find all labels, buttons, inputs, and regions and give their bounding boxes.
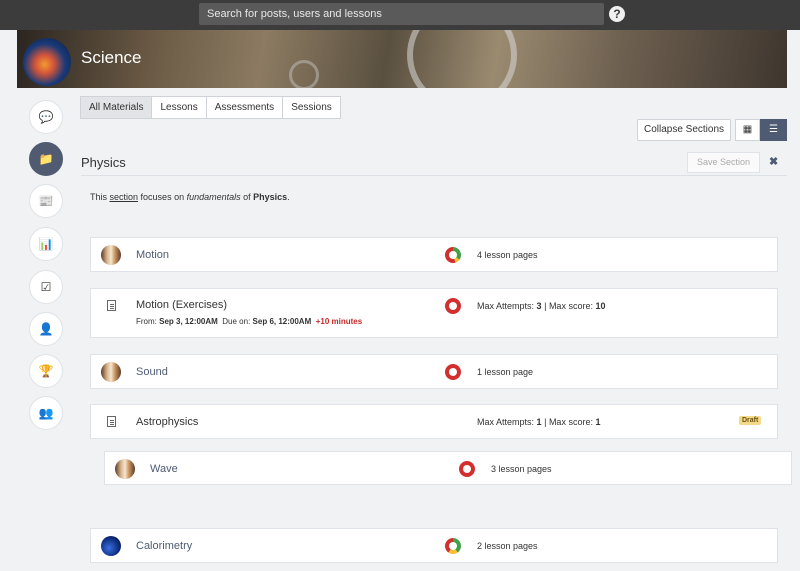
progress-ring bbox=[445, 364, 461, 380]
score-label: Max score: bbox=[548, 301, 593, 311]
collapse-sections-button[interactable]: Collapse Sections bbox=[637, 119, 731, 141]
lesson-title[interactable]: Calorimetry bbox=[136, 540, 192, 552]
lesson-title[interactable]: Sound bbox=[136, 366, 168, 378]
score-label: Max score: bbox=[548, 417, 593, 427]
lesson-meta: 1 lesson page bbox=[477, 367, 534, 377]
progress-ring bbox=[445, 247, 461, 263]
document-icon bbox=[107, 416, 116, 427]
progress-ring bbox=[445, 298, 461, 314]
newspaper-icon[interactable]: 📰 bbox=[29, 184, 63, 218]
desc-text: . bbox=[287, 192, 290, 202]
compass-decoration bbox=[407, 30, 517, 88]
desc-text: focuses on bbox=[138, 192, 187, 202]
material-tabs: All Materials Lessons Assessments Sessio… bbox=[80, 96, 341, 119]
assessment-dates: From: Sep 3, 12:00AM Due on: Sep 6, 12:0… bbox=[136, 317, 362, 326]
lesson-item-wave[interactable]: Wave 3 lesson pages bbox=[104, 451, 792, 485]
attempts-label: Max Attempts: bbox=[477, 301, 535, 311]
lesson-thumbnail bbox=[101, 245, 121, 265]
discussion-icon[interactable]: 💬 bbox=[29, 100, 63, 134]
progress-ring bbox=[445, 538, 461, 554]
due-label: Due on: bbox=[222, 317, 251, 326]
separator: | bbox=[544, 417, 547, 427]
assessment-item-motion-exercises[interactable]: Motion (Exercises) From: Sep 3, 12:00AM … bbox=[90, 288, 778, 338]
close-icon[interactable]: ✖ bbox=[769, 155, 778, 168]
folder-meta: Max Attempts: 1 | Max score: 1 bbox=[477, 417, 600, 427]
assessment-title[interactable]: Motion (Exercises) bbox=[136, 299, 227, 311]
lesson-title[interactable]: Motion bbox=[136, 249, 169, 261]
ring-decoration bbox=[289, 60, 319, 88]
top-bar: Search for posts, users and lessons ? bbox=[0, 0, 800, 30]
tab-lessons[interactable]: Lessons bbox=[151, 96, 207, 119]
progress-ring bbox=[459, 461, 475, 477]
user-icon[interactable]: 👤 bbox=[29, 312, 63, 346]
section-title[interactable]: Physics bbox=[81, 155, 126, 170]
list-view-icon[interactable]: ☰ bbox=[760, 119, 787, 141]
score-value: 1 bbox=[595, 417, 601, 427]
lesson-item-calorimetry[interactable]: Calorimetry 2 lesson pages bbox=[90, 528, 778, 563]
search-input[interactable]: Search for posts, users and lessons bbox=[199, 3, 604, 25]
lesson-item-motion[interactable]: Motion 4 lesson pages bbox=[90, 237, 778, 272]
checkbox-icon[interactable]: ☑ bbox=[29, 270, 63, 304]
separator: | bbox=[544, 301, 547, 311]
score-value: 10 bbox=[595, 301, 606, 311]
section-description: This section focuses on fundamentals of … bbox=[90, 192, 290, 202]
attempts-value: 1 bbox=[536, 417, 542, 427]
help-icon[interactable]: ? bbox=[609, 6, 625, 22]
trophy-icon[interactable]: 🏆 bbox=[29, 354, 63, 388]
lesson-item-sound[interactable]: Sound 1 lesson page bbox=[90, 354, 778, 389]
desc-link[interactable]: section bbox=[110, 192, 139, 202]
course-banner: Science bbox=[17, 30, 787, 88]
tab-sessions[interactable]: Sessions bbox=[282, 96, 341, 119]
draft-badge: Draft bbox=[739, 416, 762, 425]
document-icon bbox=[107, 300, 116, 311]
folder-icon[interactable]: 📁 bbox=[29, 142, 63, 176]
desc-text: of bbox=[240, 192, 254, 202]
lesson-meta: 3 lesson pages bbox=[491, 464, 552, 474]
from-date: Sep 3, 12:00AM bbox=[159, 317, 218, 326]
from-label: From: bbox=[136, 317, 157, 326]
desc-strong: Physics bbox=[253, 192, 288, 202]
lesson-meta: 2 lesson pages bbox=[477, 541, 538, 551]
section-divider bbox=[81, 175, 787, 176]
folder-title[interactable]: Astrophysics bbox=[136, 416, 198, 428]
due-date: Sep 6, 12:00AM bbox=[252, 317, 312, 326]
tab-assessments[interactable]: Assessments bbox=[205, 96, 284, 119]
tab-all-materials[interactable]: All Materials bbox=[80, 96, 153, 119]
desc-emphasis: fundamentals bbox=[186, 192, 241, 202]
users-icon[interactable]: 👥 bbox=[29, 396, 63, 430]
lesson-thumbnail bbox=[101, 362, 121, 382]
assessment-meta: Max Attempts: 3 | Max score: 10 bbox=[477, 301, 605, 311]
lesson-title[interactable]: Wave bbox=[150, 463, 178, 475]
attempts-label: Max Attempts: bbox=[477, 417, 535, 427]
folder-item-astrophysics[interactable]: Astrophysics Max Attempts: 1 | Max score… bbox=[90, 404, 778, 439]
attempts-value: 3 bbox=[536, 301, 542, 311]
lesson-meta: 4 lesson pages bbox=[477, 250, 538, 260]
save-section-button[interactable]: Save Section bbox=[687, 152, 760, 173]
lesson-thumbnail bbox=[115, 459, 135, 479]
grid-view-icon[interactable]: ▦ bbox=[735, 119, 760, 141]
bar-chart-icon[interactable]: 📊 bbox=[29, 227, 63, 261]
desc-text: This bbox=[90, 192, 110, 202]
late-indicator: +10 minutes bbox=[315, 317, 363, 326]
course-avatar bbox=[23, 38, 71, 86]
course-title: Science bbox=[81, 48, 142, 67]
lesson-thumbnail bbox=[101, 536, 121, 556]
